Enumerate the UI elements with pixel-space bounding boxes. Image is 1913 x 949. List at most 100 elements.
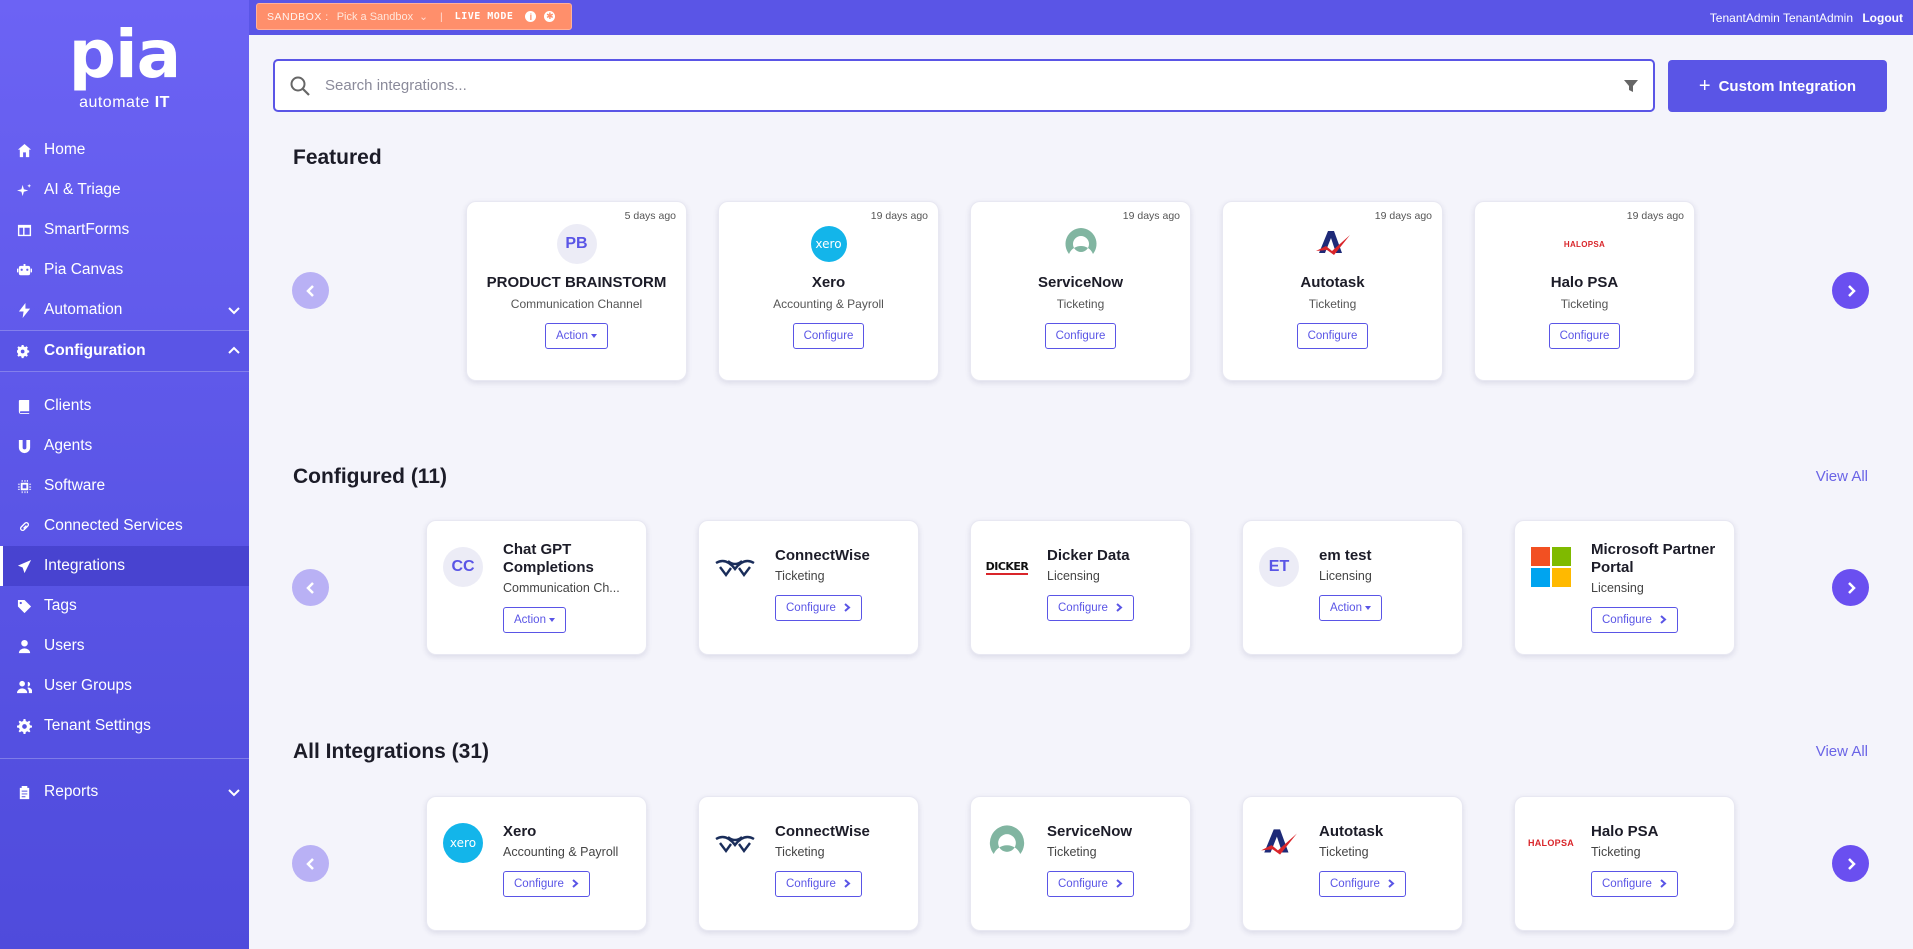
- integration-card[interactable]: CC Chat GPT Completions Communication Ch…: [426, 520, 647, 655]
- chevron-right-icon: [1114, 603, 1123, 613]
- integration-category: Ticketing: [1056, 297, 1105, 311]
- sidebar-item-user-groups[interactable]: User Groups: [0, 666, 249, 706]
- configured-next-button[interactable]: [1832, 569, 1869, 606]
- featured-card[interactable]: 19 days ago HALOPSA Halo PSA Ticketing C…: [1474, 201, 1695, 381]
- chevron-up-icon: [227, 344, 241, 358]
- pia-logo[interactable]: pia automate IT: [0, 0, 249, 130]
- sandbox-selector[interactable]: SANDBOX : Pick a Sandbox ⌄ | LIVE MODE i…: [256, 3, 572, 30]
- sidebar-item-integrations[interactable]: Integrations: [0, 546, 249, 586]
- integration-category: Accounting & Payroll: [503, 845, 619, 859]
- configure-button[interactable]: Configure: [1047, 595, 1134, 621]
- configure-button[interactable]: Configure: [1319, 871, 1406, 897]
- sidebar-item-configuration[interactable]: Configuration: [0, 330, 249, 372]
- featured-prev-button[interactable]: [292, 272, 329, 309]
- sidebar-item-tags[interactable]: Tags: [0, 586, 249, 626]
- dicker-data-logo-icon: DICKER: [985, 559, 1029, 575]
- integration-name: Halo PSA: [1591, 823, 1659, 840]
- integration-category: Ticketing: [1319, 845, 1369, 859]
- sidebar-item-automation[interactable]: Automation: [0, 290, 249, 330]
- sidebar-item-label: Automation: [44, 301, 123, 318]
- configure-button[interactable]: Configure: [1296, 323, 1369, 349]
- configure-button[interactable]: Configure: [1548, 323, 1621, 349]
- sidebar-item-users[interactable]: Users: [0, 626, 249, 666]
- logout-link[interactable]: Logout: [1862, 11, 1903, 25]
- chevron-right-icon: [570, 879, 579, 889]
- sidebar: pia automate IT Home AI & Triage SmartFo…: [0, 0, 249, 949]
- integration-card[interactable]: xero Xero Accounting & Payroll Configure: [426, 796, 647, 931]
- action-dropdown-button[interactable]: Action: [1319, 595, 1382, 621]
- filter-icon[interactable]: [1623, 78, 1639, 94]
- integration-card[interactable]: DICKER Dicker Data Licensing Configure: [970, 520, 1191, 655]
- search-input[interactable]: [325, 77, 1623, 94]
- card-date: 5 days ago: [624, 210, 676, 222]
- integration-card[interactable]: ConnectWise Ticketing Configure: [698, 520, 919, 655]
- sidebar-item-label: Users: [44, 637, 85, 654]
- configured-view-all-link[interactable]: View All: [1816, 468, 1868, 485]
- sidebar-item-reports[interactable]: Reports: [0, 772, 249, 812]
- configure-button[interactable]: Configure: [1591, 607, 1678, 633]
- all-next-button[interactable]: [1832, 845, 1869, 882]
- configure-button[interactable]: Configure: [1044, 323, 1117, 349]
- card-date: 19 days ago: [1122, 210, 1180, 222]
- users-icon: [16, 678, 32, 694]
- magnet-icon: [16, 438, 32, 454]
- integration-name: Dicker Data: [1047, 547, 1130, 564]
- sandbox-picker[interactable]: Pick a Sandbox: [337, 11, 413, 23]
- integration-category: Licensing: [1047, 569, 1100, 583]
- sidebar-item-label: User Groups: [44, 677, 132, 694]
- configure-button[interactable]: Configure: [1591, 871, 1678, 897]
- integration-name: PRODUCT BRAINSTORM: [486, 274, 667, 291]
- integration-card[interactable]: ET em test Licensing Action: [1242, 520, 1463, 655]
- info-icon[interactable]: i: [525, 11, 537, 22]
- featured-next-button[interactable]: [1832, 272, 1869, 309]
- integration-category: Ticketing: [1047, 845, 1097, 859]
- sidebar-item-label: Tags: [44, 597, 77, 614]
- send-icon: [16, 558, 32, 574]
- integration-initials-avatar: ET: [1259, 547, 1299, 587]
- integration-category: Licensing: [1591, 581, 1644, 595]
- chevron-down-icon: [227, 303, 241, 317]
- featured-card[interactable]: 5 days ago PB PRODUCT BRAINSTORM Communi…: [466, 201, 687, 381]
- sidebar-item-software[interactable]: Software: [0, 466, 249, 506]
- configure-button[interactable]: Configure: [775, 595, 862, 621]
- sidebar-item-ai-triage[interactable]: AI & Triage: [0, 170, 249, 210]
- featured-card[interactable]: 19 days ago xero Xero Accounting & Payro…: [718, 201, 939, 381]
- configure-button[interactable]: Configure: [792, 323, 865, 349]
- integration-category: Communication Channel: [510, 297, 643, 311]
- user-icon: [16, 638, 32, 654]
- servicenow-logo-icon: [1064, 228, 1097, 254]
- integration-card[interactable]: ConnectWise Ticketing Configure: [698, 796, 919, 931]
- action-dropdown-button[interactable]: Action: [545, 323, 608, 349]
- sidebar-item-smartforms[interactable]: SmartForms: [0, 210, 249, 250]
- integration-card[interactable]: HALOPSA Halo PSA Ticketing Configure: [1514, 796, 1735, 931]
- featured-card[interactable]: 19 days ago ServiceNow Ticketing Configu…: [970, 201, 1191, 381]
- sidebar-item-agents[interactable]: Agents: [0, 426, 249, 466]
- chevron-right-icon: [1658, 615, 1667, 625]
- sidebar-item-tenant-settings[interactable]: Tenant Settings: [0, 706, 249, 746]
- sidebar-item-connected-services[interactable]: Connected Services: [0, 506, 249, 546]
- plus-icon: +: [1698, 74, 1711, 97]
- sidebar-item-label: Integrations: [44, 557, 125, 574]
- custom-integration-button[interactable]: + Custom Integration: [1668, 60, 1887, 112]
- featured-card[interactable]: 19 days ago Autotask Ticketing Configure: [1222, 201, 1443, 381]
- live-mode-toggle[interactable]: LIVE MODE: [455, 11, 514, 22]
- configure-button[interactable]: Configure: [775, 871, 862, 897]
- integration-category: Ticketing: [775, 845, 825, 859]
- search-bar: [273, 59, 1655, 112]
- integration-card[interactable]: ServiceNow Ticketing Configure: [970, 796, 1191, 931]
- integration-card[interactable]: Microsoft Partner Portal Licensing Confi…: [1514, 520, 1735, 655]
- configure-button[interactable]: Configure: [1047, 871, 1134, 897]
- all-prev-button[interactable]: [292, 845, 329, 882]
- sandbox-chevron-icon[interactable]: ⌄: [419, 11, 428, 23]
- sidebar-item-pia-canvas[interactable]: Pia Canvas: [0, 250, 249, 290]
- sidebar-item-home[interactable]: Home: [0, 130, 249, 170]
- top-bar: SANDBOX : Pick a Sandbox ⌄ | LIVE MODE i…: [249, 0, 1913, 35]
- configure-button[interactable]: Configure: [503, 871, 590, 897]
- all-view-all-link[interactable]: View All: [1816, 743, 1868, 760]
- action-dropdown-button[interactable]: Action: [503, 607, 566, 633]
- configured-prev-button[interactable]: [292, 569, 329, 606]
- form-icon: [16, 222, 32, 238]
- sandbox-settings-icon[interactable]: ✱: [544, 11, 556, 22]
- integration-card[interactable]: Autotask Ticketing Configure: [1242, 796, 1463, 931]
- sidebar-item-clients[interactable]: Clients: [0, 386, 249, 426]
